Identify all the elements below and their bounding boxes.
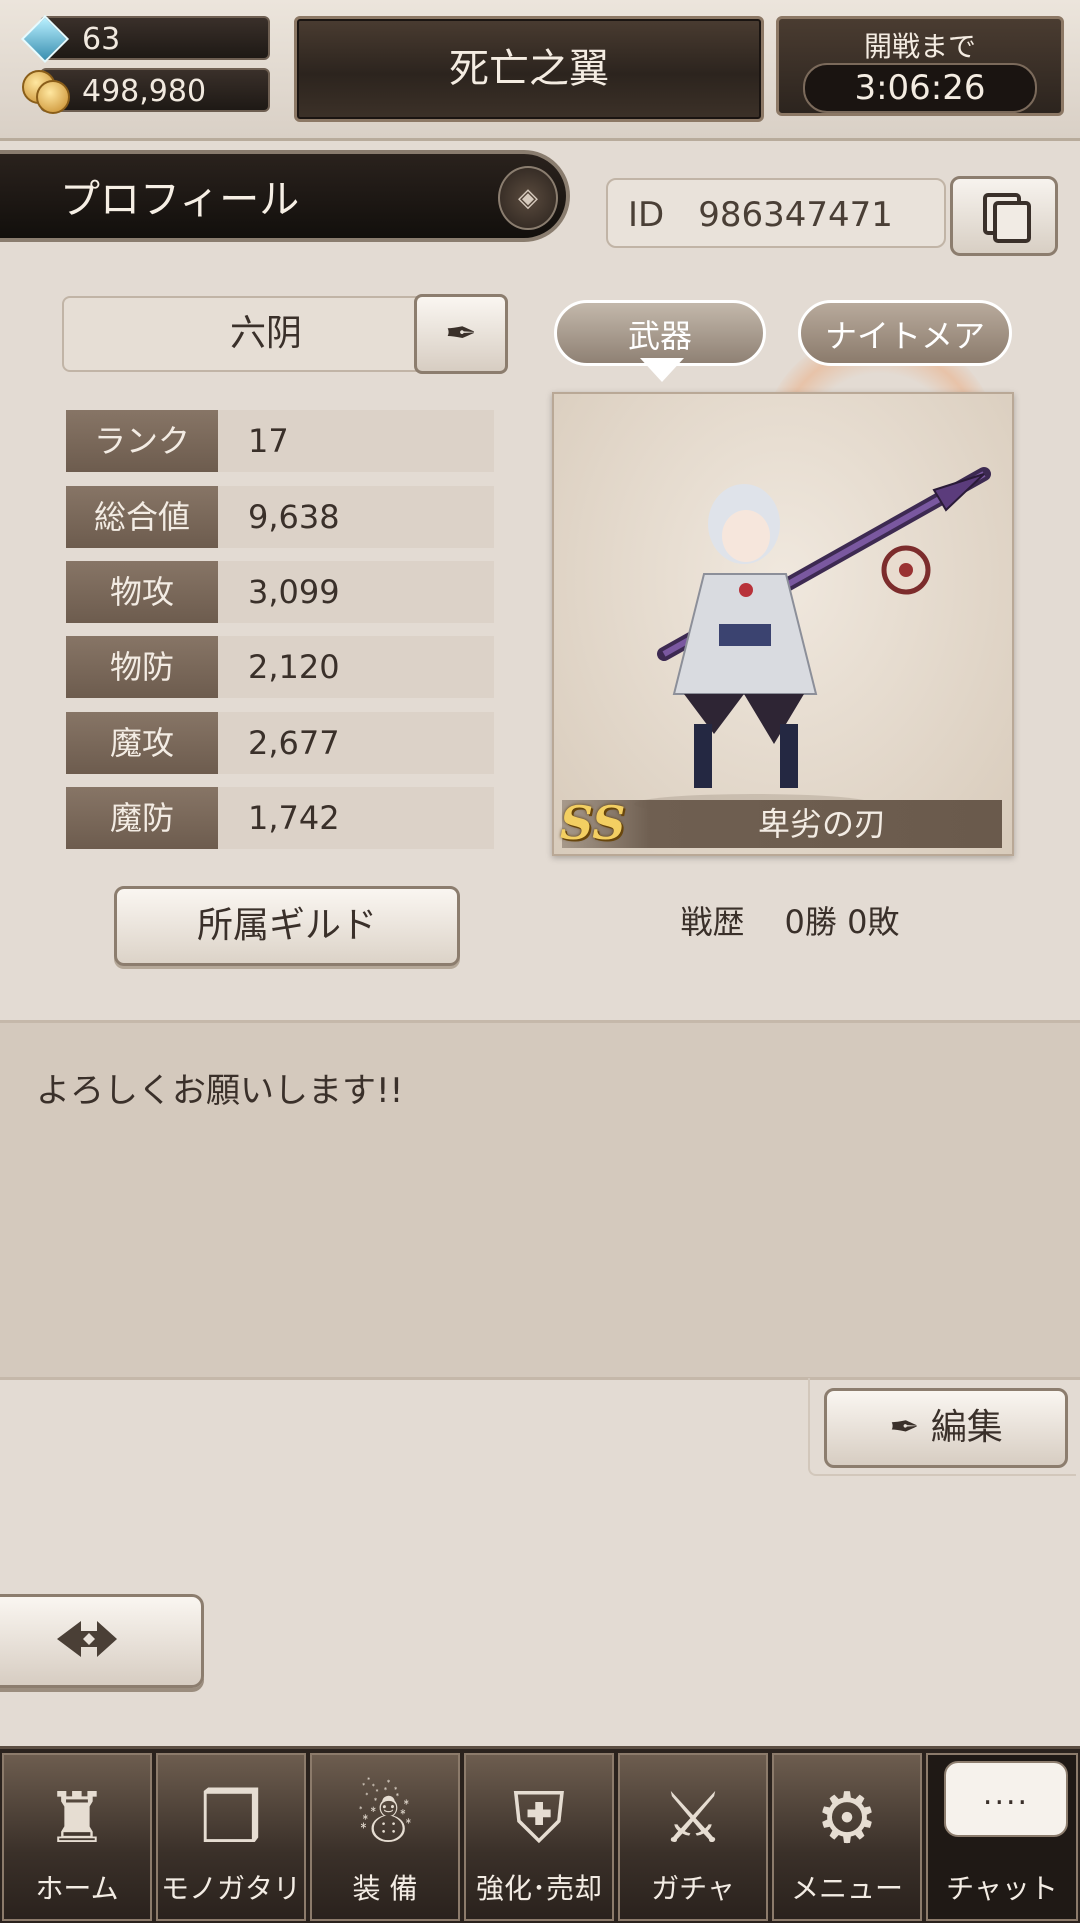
back-arrow-icon bbox=[57, 1621, 117, 1657]
stat-label: 魔防 bbox=[66, 787, 218, 849]
tab-nightmare-label: ナイトメア bbox=[824, 317, 985, 355]
crossed-swords-icon: ⚔ bbox=[661, 1777, 725, 1859]
stat-value: 2,120 bbox=[218, 636, 494, 698]
coin-icon bbox=[36, 80, 70, 114]
stat-label: 魔攻 bbox=[66, 712, 218, 774]
stat-row: 物攻 3,099 bbox=[66, 561, 494, 623]
nav-enhance-sell[interactable]: ⛨ 強化･売却 bbox=[464, 1753, 614, 1921]
nav-menu[interactable]: ⚙ メニュー bbox=[772, 1753, 922, 1921]
page-title: プロフィール bbox=[60, 177, 300, 223]
player-name-box: 六阴 bbox=[62, 296, 470, 372]
nav-equipment[interactable]: ☃ 装 備 bbox=[310, 1753, 460, 1921]
record-losses: 0敗 bbox=[847, 903, 900, 941]
guild-title: 死亡之翼 bbox=[449, 46, 609, 92]
stat-label: ランク bbox=[66, 410, 218, 472]
profile-banner: プロフィール ◈ bbox=[0, 150, 570, 242]
chat-bubble-icon: .... bbox=[944, 1761, 1068, 1837]
gem-count: 63 bbox=[82, 22, 121, 57]
record-wins: 0勝 bbox=[784, 903, 837, 941]
timer-value: 3:06:26 bbox=[803, 63, 1037, 113]
coin-counter: 498,980 bbox=[40, 68, 270, 112]
stat-row: ランク 17 bbox=[66, 410, 494, 472]
stat-row: 魔攻 2,677 bbox=[66, 712, 494, 774]
edit-comment-button[interactable]: ✒ 編集 bbox=[824, 1388, 1068, 1468]
id-label: ID bbox=[628, 195, 665, 235]
helmet-icon: ⛨ bbox=[512, 1777, 566, 1859]
nav-label: チャット bbox=[946, 1872, 1058, 1905]
stat-value: 17 bbox=[218, 410, 494, 472]
stat-value: 2,677 bbox=[218, 712, 494, 774]
nav-label: モノガタリ bbox=[160, 1872, 301, 1905]
top-hud: 63 498,980 死亡之翼 開戦まで 3:06:26 bbox=[0, 0, 1080, 141]
comment-area: よろしくお願いします!! bbox=[0, 1020, 1080, 1380]
record-label: 戦歴 bbox=[680, 903, 745, 941]
castle-icon: ♜ bbox=[45, 1777, 109, 1859]
active-tab-pointer-icon bbox=[640, 358, 684, 382]
bottom-nav: ♜ ホーム ❒ モノガタリ ☃ 装 備 ⛨ 強化･売却 ⚔ ガチャ ⚙ メニュー… bbox=[0, 1746, 1080, 1923]
stat-row: 総合値 9,638 bbox=[66, 486, 494, 548]
nav-label: 強化･売却 bbox=[475, 1872, 602, 1905]
pen-icon: ✒ bbox=[445, 311, 477, 355]
gears-icon: ⚙ bbox=[815, 1777, 879, 1859]
nav-home[interactable]: ♜ ホーム bbox=[2, 1753, 152, 1921]
puppet-icon: ☃ bbox=[353, 1777, 417, 1859]
player-name: 六阴 bbox=[229, 313, 302, 354]
rarity-badge: SS bbox=[560, 796, 626, 850]
guild-button[interactable]: 所属ギルド bbox=[114, 886, 460, 966]
pen-icon: ✒ bbox=[889, 1407, 931, 1448]
copy-id-button[interactable] bbox=[950, 176, 1058, 256]
copy-icon bbox=[993, 201, 1031, 243]
stat-label: 物攻 bbox=[66, 561, 218, 623]
edit-button-label: 編集 bbox=[930, 1407, 1003, 1448]
nav-label: ホーム bbox=[35, 1872, 119, 1905]
stat-row: 魔防 1,742 bbox=[66, 787, 494, 849]
battle-timer: 開戦まで 3:06:26 bbox=[776, 16, 1064, 116]
weapon-name: 卑劣の刃 bbox=[757, 805, 886, 843]
gem-counter: 63 bbox=[40, 16, 270, 60]
nav-label: ガチャ bbox=[651, 1872, 735, 1905]
nav-gacha[interactable]: ⚔ ガチャ bbox=[618, 1753, 768, 1921]
timer-label: 開戦まで bbox=[863, 30, 976, 63]
tab-weapon-label: 武器 bbox=[627, 317, 692, 355]
tab-weapon[interactable]: 武器 bbox=[554, 300, 766, 366]
guild-button-label: 所属ギルド bbox=[196, 905, 377, 946]
stat-label: 総合値 bbox=[66, 486, 218, 548]
edit-name-button[interactable]: ✒ bbox=[414, 294, 508, 374]
nav-label: 装 備 bbox=[352, 1872, 418, 1905]
id-value: 986347471 bbox=[698, 195, 893, 235]
battle-record: 戦歴 0勝 0敗 bbox=[600, 896, 980, 948]
ornament-icon: ◈ bbox=[498, 166, 558, 230]
coin-count: 498,980 bbox=[82, 74, 207, 109]
tab-nightmare[interactable]: ナイトメア bbox=[798, 300, 1012, 366]
back-button[interactable] bbox=[0, 1594, 204, 1688]
book-icon: ❒ bbox=[199, 1777, 263, 1859]
comment-text: よろしくお願いします!! bbox=[36, 1071, 404, 1111]
stat-value: 1,742 bbox=[218, 787, 494, 849]
nav-story[interactable]: ❒ モノガタリ bbox=[156, 1753, 306, 1921]
stat-value: 9,638 bbox=[218, 486, 494, 548]
nav-chat[interactable]: .... チャット bbox=[926, 1753, 1078, 1921]
stat-value: 3,099 bbox=[218, 561, 494, 623]
stat-row: 物防 2,120 bbox=[66, 636, 494, 698]
guild-title-plate[interactable]: 死亡之翼 bbox=[294, 16, 764, 122]
character-panel[interactable] bbox=[552, 392, 1014, 856]
nav-label: メニュー bbox=[790, 1872, 903, 1905]
player-id-box: ID 986347471 bbox=[606, 178, 946, 248]
character-illustration bbox=[634, 467, 991, 814]
stat-label: 物防 bbox=[66, 636, 218, 698]
